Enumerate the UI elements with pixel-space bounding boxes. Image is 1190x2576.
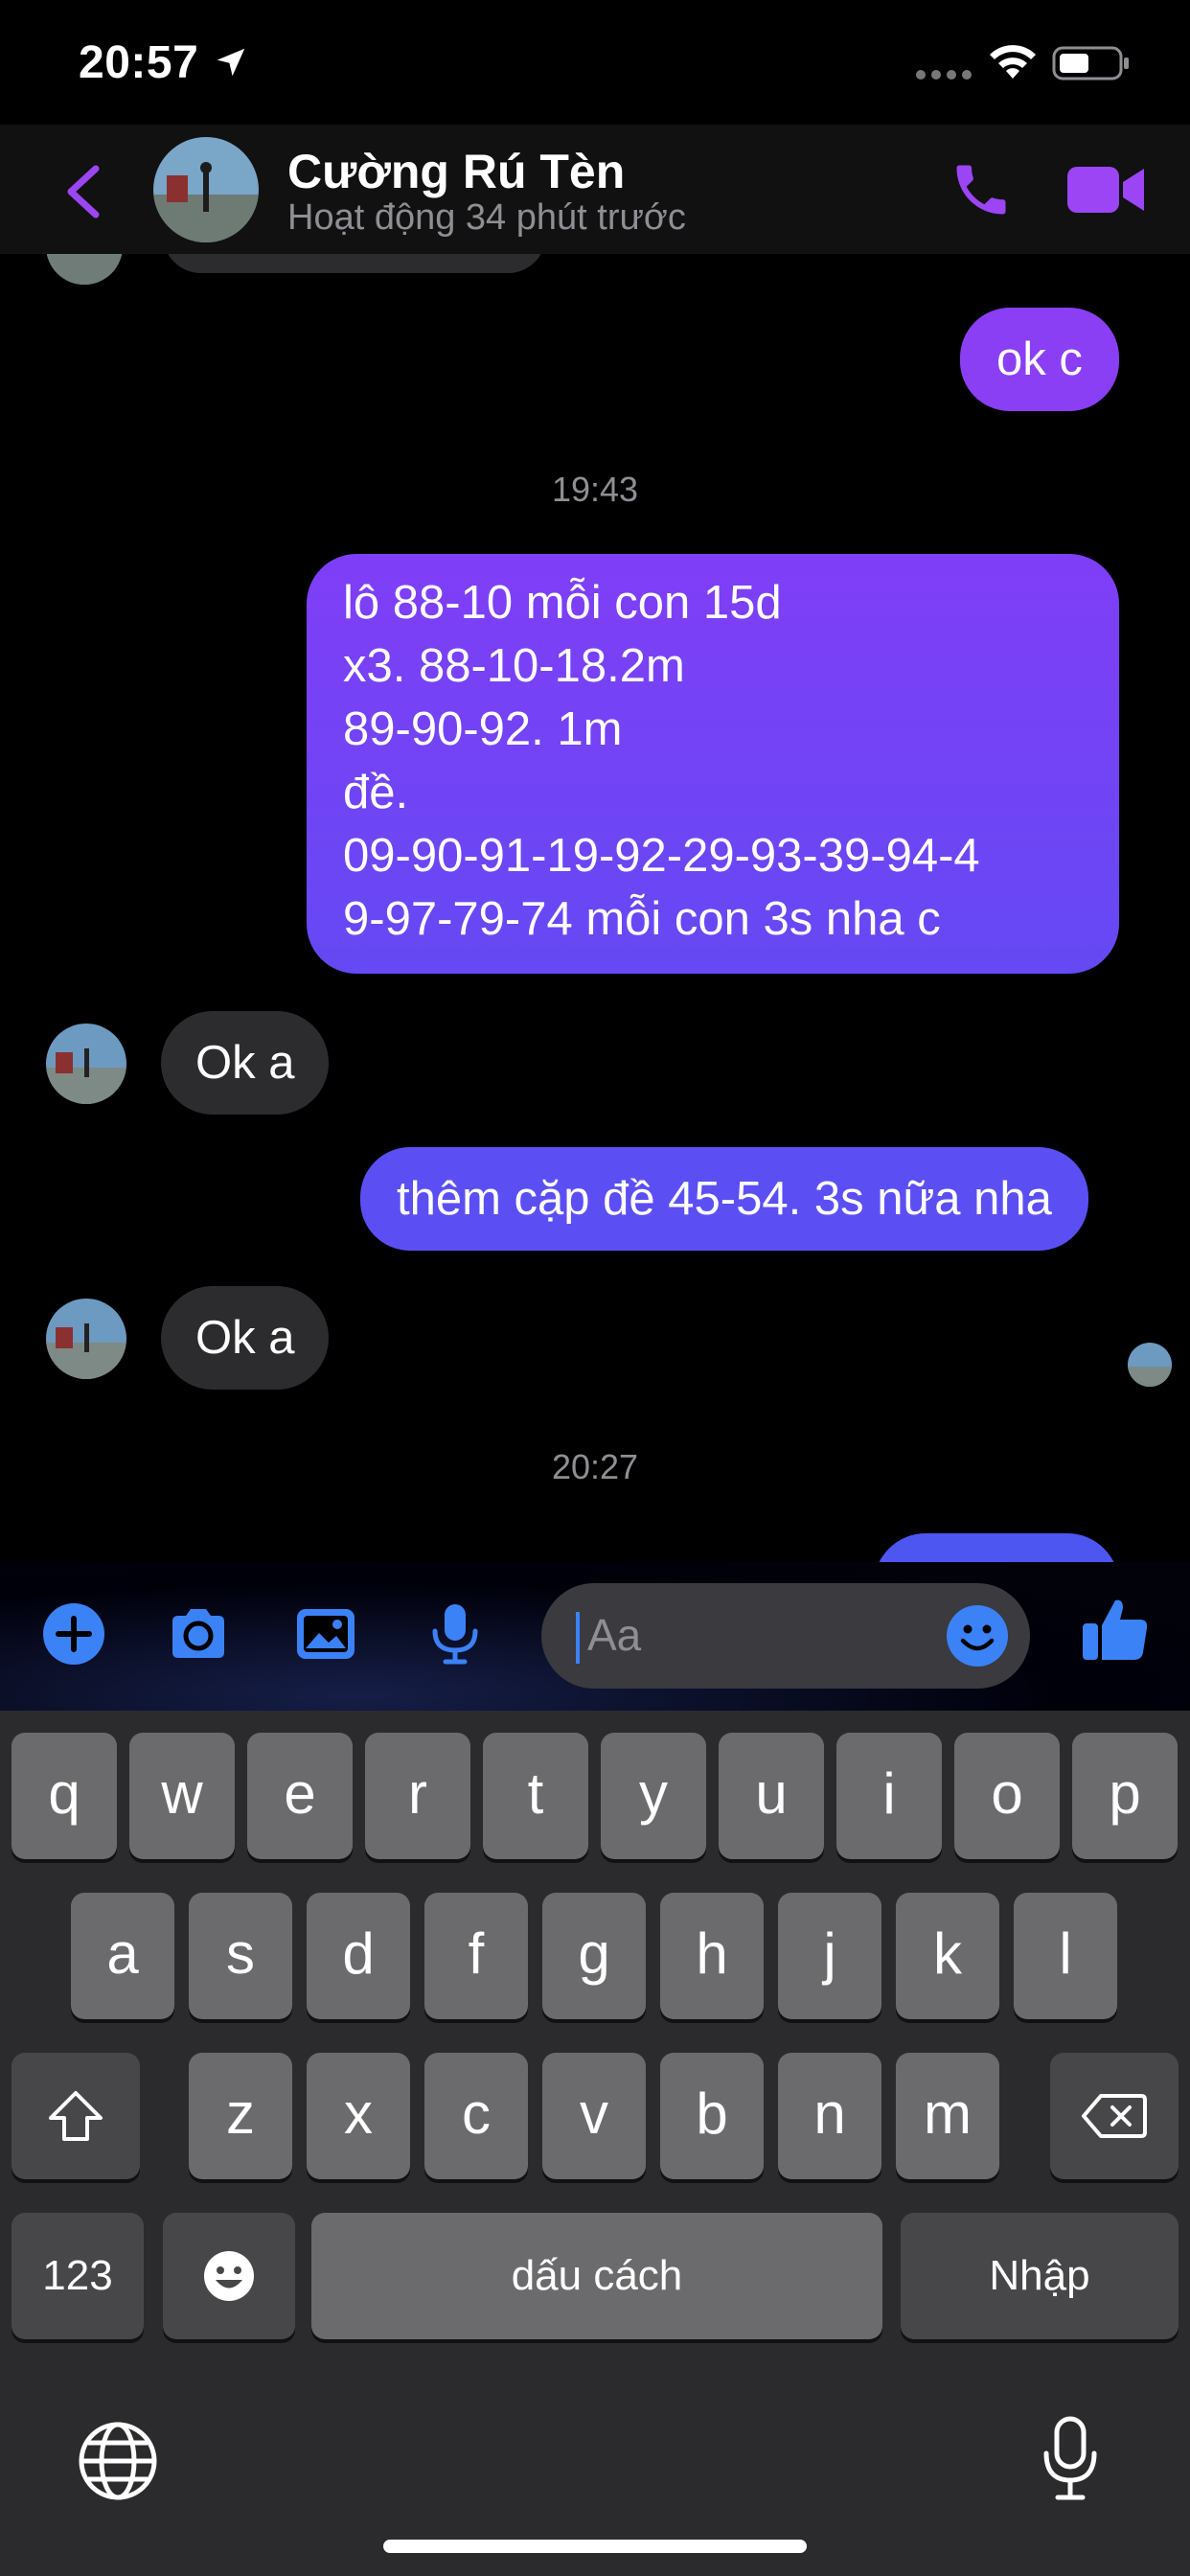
key-u[interactable]: u	[719, 1733, 824, 1859]
message-line: 09-90-91-19-92-29-93-39-94-4	[343, 830, 980, 882]
key-a[interactable]: a	[71, 1893, 174, 2019]
key-j[interactable]: j	[778, 1893, 881, 2019]
key-q[interactable]: q	[11, 1733, 117, 1859]
battery-icon	[1052, 46, 1129, 80]
key-b[interactable]: b	[660, 2053, 764, 2179]
key-g[interactable]: g	[542, 1893, 646, 2019]
message-input[interactable]: Aa	[541, 1583, 1030, 1689]
dictation-microphone-icon[interactable]	[1041, 2415, 1100, 2503]
key-w[interactable]: w	[129, 1733, 235, 1859]
outgoing-message-partial[interactable]	[874, 1533, 1119, 1562]
emoji-keyboard-key[interactable]	[163, 2213, 295, 2339]
status-time: 20:57	[79, 37, 199, 88]
key-e[interactable]: e	[247, 1733, 353, 1859]
key-f[interactable]: f	[424, 1893, 528, 2019]
activity-status: Hoạt động 34 phút trước	[287, 197, 686, 238]
key-s[interactable]: s	[189, 1893, 292, 2019]
thumbs-up-icon[interactable]	[1079, 1593, 1152, 1666]
text-caret	[576, 1612, 580, 1664]
outgoing-message[interactable]: ok c	[960, 308, 1119, 411]
key-i[interactable]: i	[836, 1733, 942, 1859]
message-line: 9-97-79-74 mỗi con 3s nha c	[343, 893, 941, 945]
contact-avatar	[46, 254, 123, 285]
camera-icon[interactable]	[165, 1600, 232, 1668]
composer-bar: Aa	[0, 1562, 1190, 1711]
key-n[interactable]: n	[778, 2053, 881, 2179]
message-line: lô 88-10 mỗi con 15d	[343, 577, 782, 629]
key-t[interactable]: t	[483, 1733, 588, 1859]
contact-avatar[interactable]	[46, 1024, 126, 1104]
incoming-message[interactable]: Ok a	[161, 1286, 330, 1390]
photo-gallery-icon[interactable]	[292, 1600, 359, 1668]
globe-icon[interactable]	[77, 2420, 159, 2502]
return-key[interactable]: Nhập	[901, 2213, 1179, 2339]
message-line: x3. 88-10-18.2m	[343, 640, 685, 692]
key-p[interactable]: p	[1072, 1733, 1178, 1859]
video-call-icon[interactable]	[1065, 161, 1146, 218]
key-m[interactable]: m	[896, 2053, 999, 2179]
microphone-icon[interactable]	[422, 1600, 489, 1668]
phone-call-icon[interactable]	[949, 157, 1014, 222]
key-c[interactable]: c	[424, 2053, 528, 2179]
status-bar: 20:57	[0, 0, 1190, 125]
message-line: đề.	[343, 767, 409, 818]
key-z[interactable]: z	[189, 2053, 292, 2179]
contact-avatar[interactable]	[46, 1299, 126, 1379]
key-k[interactable]: k	[896, 1893, 999, 2019]
numbers-key[interactable]: 123	[11, 2213, 144, 2339]
backspace-icon	[1082, 2094, 1147, 2138]
contact-name[interactable]: Cường Rú Tèn	[287, 144, 625, 199]
outgoing-message[interactable]: lô 88-10 mỗi con 15d x3. 88-10-18.2m 89-…	[307, 554, 1119, 974]
key-l[interactable]: l	[1014, 1893, 1117, 2019]
plus-circle-icon[interactable]	[40, 1600, 107, 1668]
backspace-key[interactable]	[1050, 2053, 1179, 2179]
shift-icon	[49, 2091, 103, 2141]
previous-message-bubble[interactable]	[163, 254, 546, 273]
key-y[interactable]: y	[601, 1733, 706, 1859]
key-d[interactable]: d	[307, 1893, 410, 2019]
read-receipt-avatar	[1128, 1343, 1172, 1387]
space-key[interactable]: dấu cách	[311, 2213, 882, 2339]
timestamp: 19:43	[551, 470, 639, 509]
key-h[interactable]: h	[660, 1893, 764, 2019]
message-placeholder: Aa	[587, 1610, 642, 1660]
timestamp: 20:27	[551, 1447, 639, 1486]
home-indicator[interactable]	[383, 2540, 807, 2553]
emoji-icon	[204, 2251, 254, 2301]
back-arrow-icon[interactable]	[59, 163, 107, 220]
shift-key[interactable]	[11, 2053, 140, 2179]
message-line: 89-90-92. 1m	[343, 703, 623, 755]
conversation-header: Cường Rú Tèn Hoạt động 34 phút trước	[0, 125, 1190, 254]
key-v[interactable]: v	[542, 2053, 646, 2179]
on-screen-keyboard: q w e r t y u i o p a s d f g h j k l z …	[0, 1711, 1190, 2576]
outgoing-message[interactable]: thêm cặp đề 45-54. 3s nữa nha	[360, 1147, 1088, 1251]
location-arrow-icon	[217, 48, 245, 77]
key-r[interactable]: r	[365, 1733, 470, 1859]
wifi-icon	[990, 45, 1036, 79]
signal-dots-icon	[916, 70, 972, 80]
contact-avatar[interactable]	[153, 137, 259, 242]
key-o[interactable]: o	[954, 1733, 1060, 1859]
key-x[interactable]: x	[307, 2053, 410, 2179]
incoming-message[interactable]: Ok a	[161, 1011, 330, 1115]
message-list[interactable]: ok c 19:43 lô 88-10 mỗi con 15d x3. 88-1…	[0, 254, 1190, 1562]
emoji-icon[interactable]	[944, 1602, 1011, 1669]
